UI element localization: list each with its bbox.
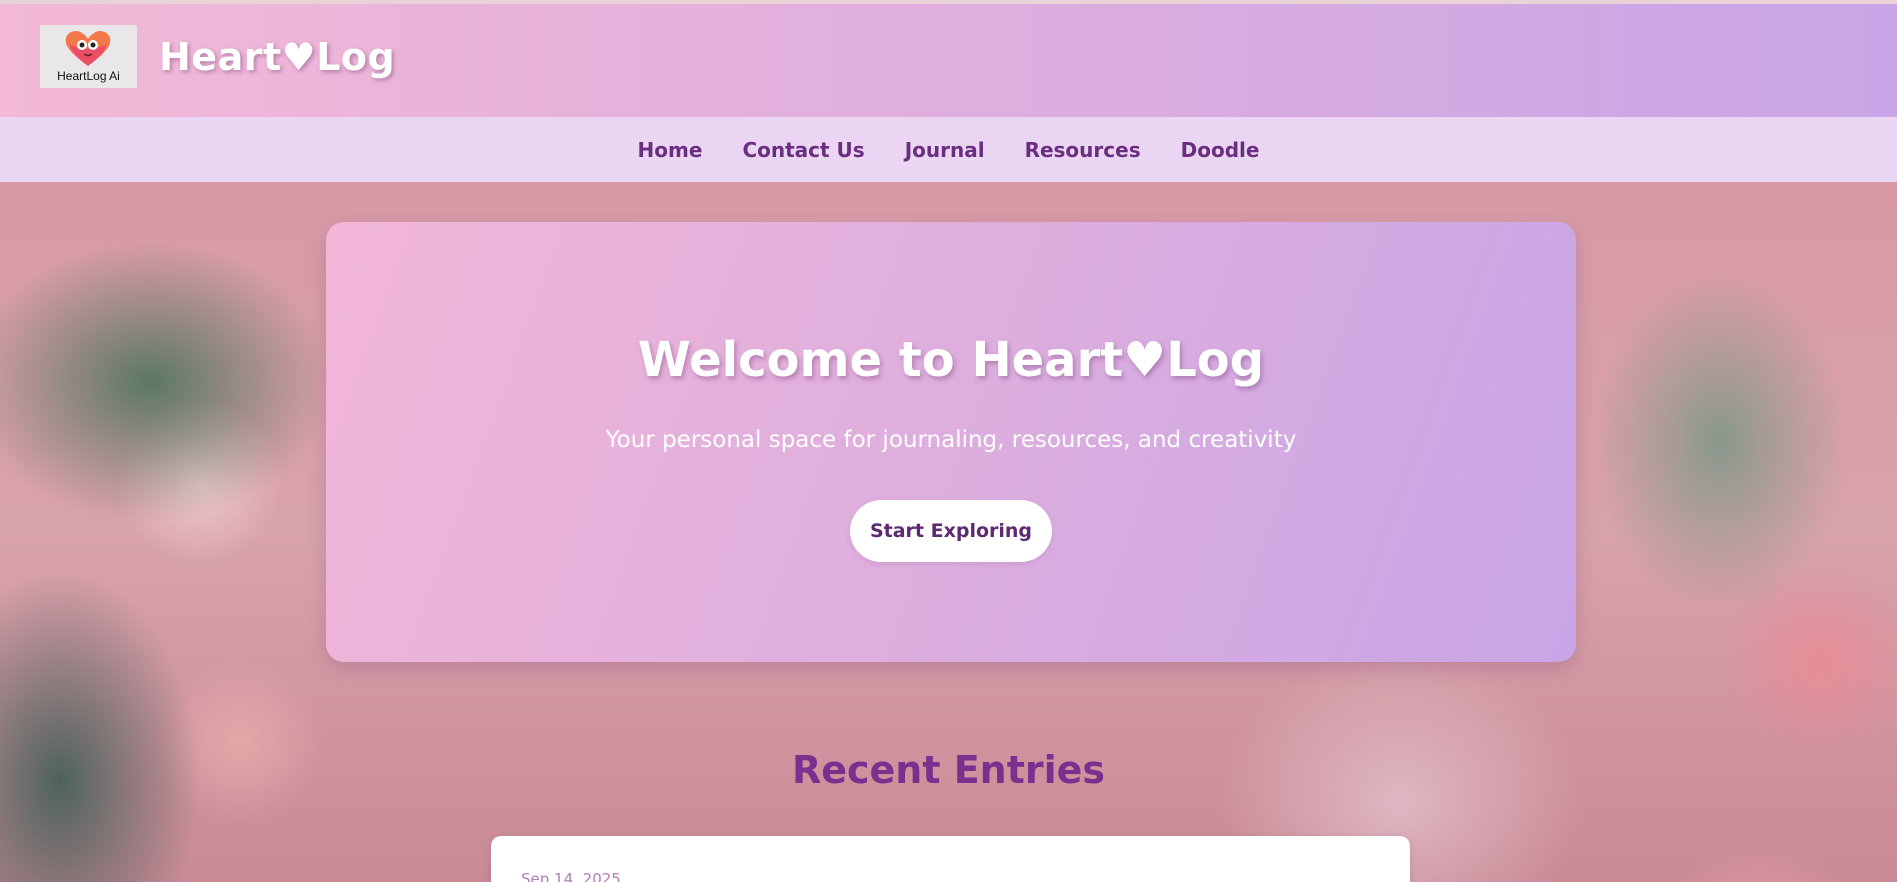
- hero-title: Welcome to Heart♥Log: [637, 332, 1265, 388]
- nav-item-resources[interactable]: Resources: [1025, 138, 1141, 162]
- main-nav: Home Contact Us Journal Resources Doodle: [0, 117, 1897, 182]
- entry-date: Sep 14, 2025: [521, 870, 621, 882]
- site-header: HeartLog Ai Heart♥Log: [0, 4, 1897, 117]
- nav-list: Home Contact Us Journal Resources Doodle: [0, 117, 1897, 182]
- nav-item-contact-us[interactable]: Contact Us: [742, 138, 864, 162]
- nav-item-home[interactable]: Home: [638, 138, 703, 162]
- recent-entries-heading: Recent Entries: [791, 748, 1106, 792]
- logo-text: HeartLog Ai: [57, 69, 120, 83]
- entry-card[interactable]: Sep 14, 2025: [491, 836, 1410, 882]
- hero-card: Welcome to Heart♥Log Your personal space…: [326, 222, 1576, 662]
- nav-item-journal[interactable]: Journal: [905, 138, 985, 162]
- heart-face-icon: [65, 30, 111, 67]
- nav-item-doodle[interactable]: Doodle: [1181, 138, 1260, 162]
- logo[interactable]: HeartLog Ai: [40, 25, 137, 88]
- start-exploring-button[interactable]: Start Exploring: [850, 500, 1052, 562]
- hero-subtitle: Your personal space for journaling, reso…: [605, 427, 1297, 453]
- site-title[interactable]: Heart♥Log: [159, 35, 395, 79]
